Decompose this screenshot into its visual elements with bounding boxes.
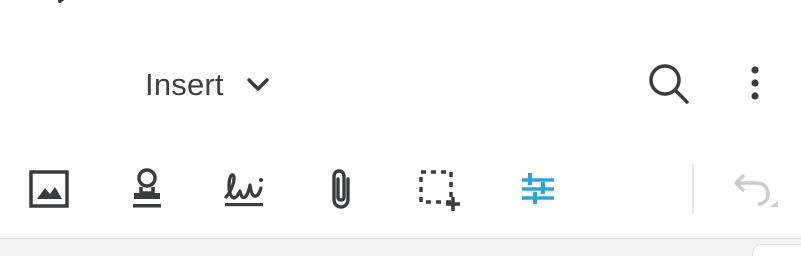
image-icon [29,170,69,208]
stamp-icon [133,168,161,208]
mode-dropdown[interactable]: Insert [145,64,270,106]
attachment-icon [332,169,350,209]
undo-icon [734,173,778,207]
toolbar-divider [692,164,694,214]
mode-label: Insert [145,67,224,102]
area-select-icon [419,170,460,211]
insert-signature-button[interactable] [217,160,271,218]
settings-sliders-button[interactable] [511,160,565,218]
app-screen: Insert [0,0,801,256]
more-vertical-icon [751,66,759,100]
back-arrow-icon[interactable] [52,0,76,6]
insert-stamp-button[interactable] [120,160,174,218]
signature-icon [224,173,263,207]
floating-panel-edge [752,244,801,256]
search-icon [649,64,689,104]
chevron-down-icon [246,78,269,91]
more-options-button[interactable] [742,64,768,108]
app-header: Insert [0,52,801,118]
settings-sliders-icon [522,173,554,204]
search-button[interactable] [647,62,691,106]
content-area-edge [0,238,801,256]
undo-button[interactable] [728,160,782,218]
insert-image-button[interactable] [22,160,76,218]
insert-area-button[interactable] [411,160,465,218]
insert-attachment-button[interactable] [315,160,369,218]
insert-toolbar [0,160,801,218]
